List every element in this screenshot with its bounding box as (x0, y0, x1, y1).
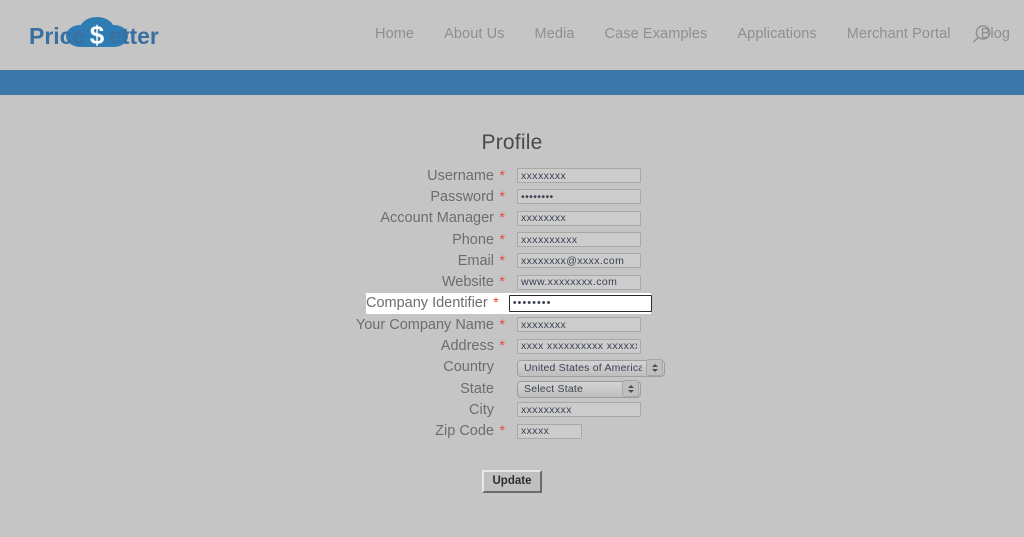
input-cell (505, 338, 641, 354)
input-cell (505, 189, 641, 205)
email-field[interactable] (517, 253, 641, 269)
form-row-account-manager: Account Manager * (0, 208, 1024, 229)
nav-item-case-examples[interactable]: Case Examples (590, 24, 723, 44)
nav-item-home[interactable]: Home (360, 24, 429, 44)
label-text: Address (440, 338, 494, 355)
form-row-country: Country* United States of America (0, 357, 1024, 378)
input-cell (499, 294, 652, 312)
label-text: Email (457, 252, 494, 269)
form-row-city: City* (0, 399, 1024, 420)
logo-dollar-glyph: $ (90, 20, 105, 50)
company-name-field[interactable] (517, 317, 641, 333)
form-row-username: Username * (0, 165, 1024, 186)
country-select-wrapper: United States of America (517, 358, 665, 377)
label-text: Phone (452, 231, 494, 248)
main-navigation: Home About Us Media Case Examples Applic… (360, 24, 1024, 44)
label-text: State (460, 380, 494, 397)
submit-row: Update (0, 469, 1024, 493)
zip-code-field[interactable] (517, 423, 582, 439)
input-cell (505, 210, 641, 226)
logo-text-setter: etter (109, 23, 159, 49)
company-identifier-label: Company Identifier * (366, 292, 499, 314)
form-row-state: State* Select State (0, 378, 1024, 399)
update-button[interactable]: Update (481, 469, 543, 493)
label-text: Password (430, 188, 494, 205)
label-text: Company Identifier (366, 295, 488, 312)
site-logo[interactable]: $ Price etter (27, 12, 167, 58)
state-label: State* (0, 378, 505, 400)
username-field[interactable] (517, 168, 641, 184)
address-label: Address * (0, 335, 505, 357)
form-row-phone: Phone * (0, 229, 1024, 250)
label-text: Website (441, 274, 494, 291)
company-identifier-field[interactable] (508, 294, 652, 312)
form-row-email: Email * (0, 250, 1024, 271)
input-cell (505, 168, 641, 184)
form-row-company-name: Your Company Name * (0, 314, 1024, 335)
label-text: Your Company Name (355, 316, 494, 333)
form-row-password: Password * (0, 186, 1024, 207)
nav-item-media[interactable]: Media (520, 24, 590, 44)
state-select-wrapper: Select State (517, 379, 641, 398)
main-content: Profile Username*Password*Account Manage… (0, 95, 1024, 537)
input-cell (505, 317, 641, 333)
password-label: Password * (0, 186, 505, 208)
search-icon[interactable] (968, 22, 994, 48)
country-label: Country* (0, 356, 505, 378)
account-manager-label: Account Manager * (0, 207, 505, 229)
accent-bar (0, 70, 1024, 95)
phone-label: Phone * (0, 229, 505, 251)
phone-field[interactable] (517, 232, 641, 248)
label-text: Country (443, 359, 494, 376)
input-cell: United States of America (505, 358, 665, 377)
form-row-website: Website * (0, 271, 1024, 292)
nav-item-applications[interactable]: Applications (722, 24, 831, 44)
country-select[interactable]: United States of America (517, 359, 665, 377)
website-field[interactable] (517, 274, 641, 290)
form-row-zip-code: Zip Code * (0, 421, 1024, 442)
input-cell (505, 402, 641, 418)
form-row-company-identifier: Company Identifier * (366, 292, 652, 315)
company-name-label: Your Company Name * (0, 314, 505, 336)
city-label: City* (0, 399, 505, 421)
form-row-address: Address * (0, 335, 1024, 356)
input-cell (505, 423, 582, 439)
city-field[interactable] (517, 402, 641, 418)
search-icon-glyph (972, 25, 991, 43)
zip-code-label: Zip Code * (0, 420, 505, 442)
input-cell (505, 232, 641, 248)
input-cell (505, 274, 641, 290)
profile-form: Username*Password*Account Manager*Phone*… (0, 165, 1024, 493)
username-label: Username * (0, 165, 505, 187)
nav-item-about-us[interactable]: About Us (429, 24, 519, 44)
password-field[interactable] (517, 189, 641, 205)
address-field[interactable] (517, 338, 641, 354)
website-label: Website * (0, 271, 505, 293)
email-label: Email * (0, 250, 505, 272)
page-title: Profile (481, 131, 543, 155)
nav-item-merchant-portal[interactable]: Merchant Portal (832, 24, 966, 44)
input-cell: Select State (505, 379, 641, 398)
site-header: $ Price etter Home About Us Media Case E… (0, 0, 1024, 70)
label-text: Username (427, 167, 494, 184)
state-select[interactable]: Select State (517, 380, 641, 398)
input-cell (505, 253, 641, 269)
account-manager-field[interactable] (517, 210, 641, 226)
label-text: Zip Code (435, 423, 494, 440)
label-text: City (469, 401, 494, 418)
label-text: Account Manager (380, 210, 494, 227)
logo-text-price: Price (29, 23, 85, 49)
cloud-dollar-logo: $ Price etter (29, 17, 159, 50)
